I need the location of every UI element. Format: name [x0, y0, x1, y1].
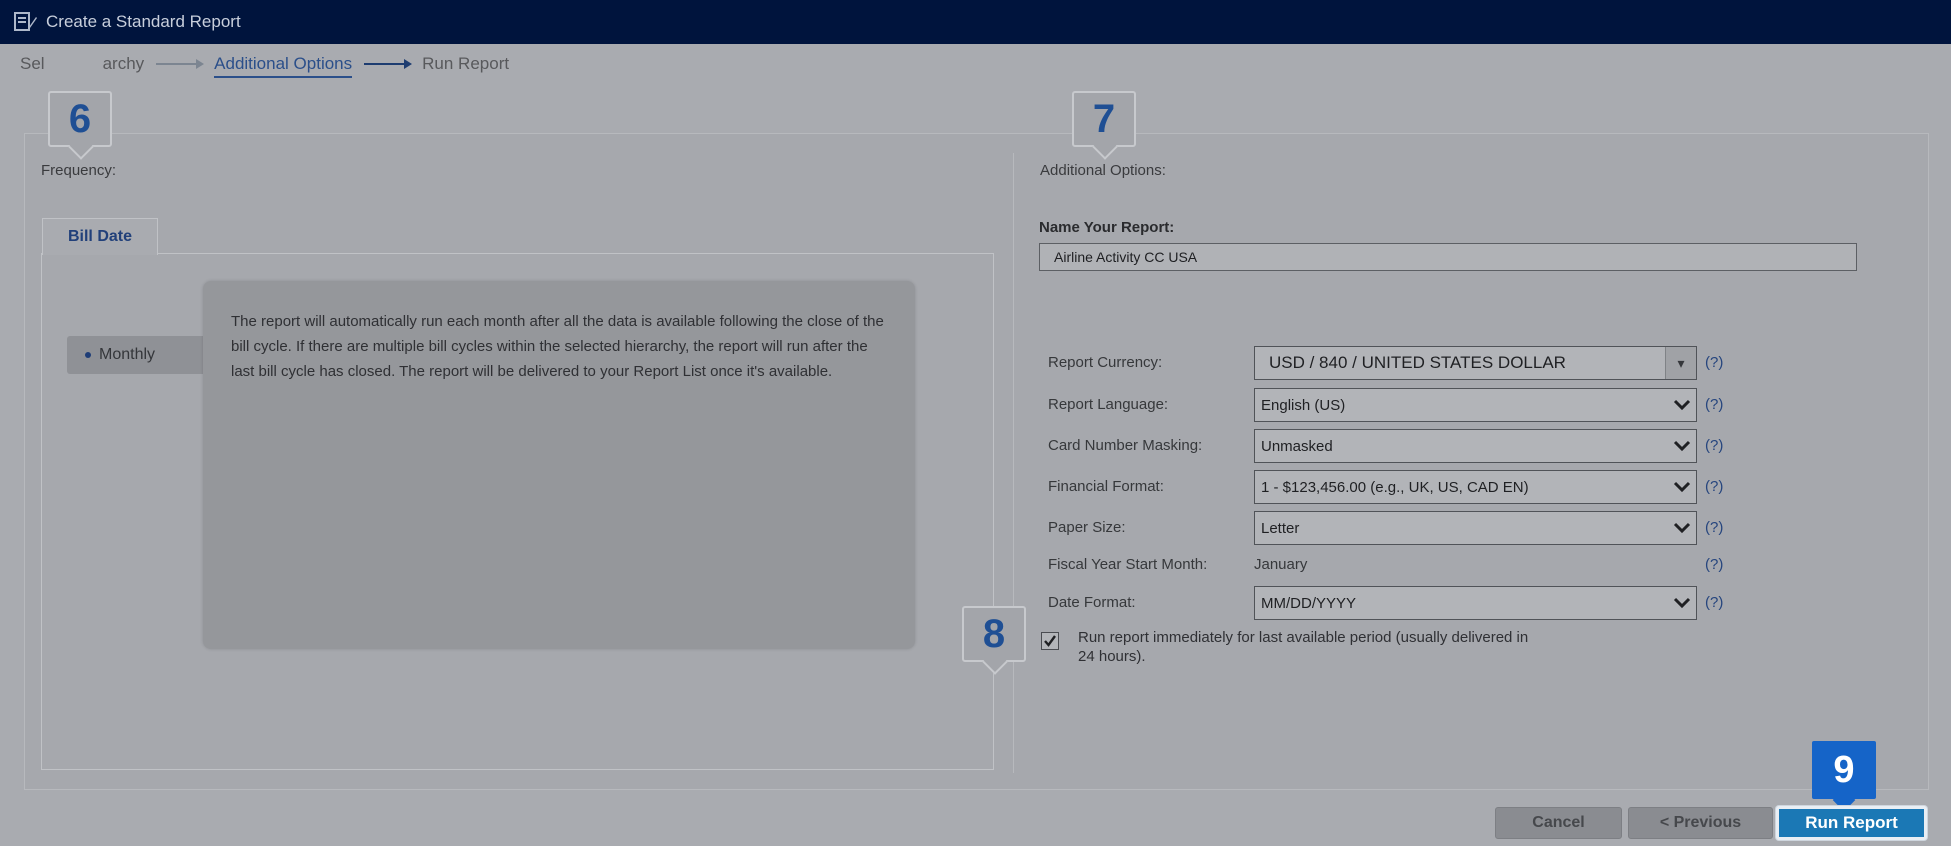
name-your-report-label: Name Your Report: — [1039, 219, 1175, 236]
previous-button[interactable]: < Previous — [1628, 807, 1773, 839]
run-now-checkbox[interactable] — [1041, 632, 1059, 650]
wizard-stepper: Sel archy Additional Options Run Report — [20, 44, 509, 84]
step-additional-options[interactable]: Additional Options — [214, 54, 352, 78]
currency-dropdown-button[interactable]: ▾ — [1665, 347, 1696, 379]
step-arrow-icon — [364, 59, 413, 69]
report-language-value: English (US) — [1261, 396, 1346, 414]
date-format-label: Date Format: — [1048, 594, 1136, 611]
help-icon-currency[interactable]: (?) — [1705, 354, 1723, 371]
radio-selected-icon — [85, 352, 91, 358]
fiscal-year-label: Fiscal Year Start Month: — [1048, 556, 1208, 573]
card-masking-value: Unmasked — [1261, 437, 1333, 455]
help-icon-paper[interactable]: (?) — [1705, 519, 1723, 536]
date-format-value: MM/DD/YYYY — [1261, 594, 1357, 612]
financial-format-select[interactable]: 1 - $123,456.00 (e.g., UK, US, CAD EN) — [1254, 470, 1697, 504]
chevron-down-icon — [1673, 481, 1691, 493]
paper-size-select[interactable]: Letter — [1254, 511, 1697, 545]
report-language-label: Report Language: — [1048, 396, 1169, 413]
run-report-button[interactable]: Run Report — [1776, 806, 1927, 840]
report-currency-value: USD / 840 / UNITED STATES DOLLAR — [1269, 353, 1566, 372]
additional-options-heading: Additional Options: — [1040, 162, 1166, 179]
window-title-bar: Create a Standard Report — [0, 0, 1951, 44]
help-icon-financial[interactable]: (?) — [1705, 478, 1723, 495]
help-icon-fiscal[interactable]: (?) — [1705, 556, 1723, 573]
card-masking-select[interactable]: Unmasked — [1254, 429, 1697, 463]
tab-bill-date[interactable]: Bill Date — [42, 218, 158, 255]
frequency-info-text: The report will automatically run each m… — [231, 313, 884, 380]
monthly-radio[interactable]: Monthly — [67, 336, 207, 374]
callout-badge-6: 6 — [48, 91, 112, 147]
help-icon-language[interactable]: (?) — [1705, 396, 1723, 413]
fiscal-year-value: January — [1254, 556, 1308, 573]
window-title: Create a Standard Report — [46, 12, 241, 31]
paper-size-value: Letter — [1261, 519, 1300, 537]
report-name-input[interactable]: Airline Activity CC USA — [1039, 243, 1857, 271]
financial-format-value: 1 - $123,456.00 (e.g., UK, US, CAD EN) — [1261, 478, 1529, 496]
report-icon — [14, 12, 37, 31]
callout-badge-8: 8 — [962, 606, 1026, 662]
chevron-down-icon — [1673, 522, 1691, 534]
chevron-down-icon — [1673, 597, 1691, 609]
monthly-label: Monthly — [99, 346, 156, 363]
checkmark-icon — [1044, 635, 1056, 647]
cancel-button[interactable]: Cancel — [1495, 807, 1622, 839]
help-icon-masking[interactable]: (?) — [1705, 437, 1723, 454]
chevron-down-icon — [1673, 399, 1691, 411]
callout-badge-9: 9 — [1812, 741, 1876, 799]
paper-size-label: Paper Size: — [1048, 519, 1126, 536]
help-icon-date[interactable]: (?) — [1705, 594, 1723, 611]
run-now-label: Run report immediately for last availabl… — [1078, 629, 1529, 665]
frequency-info-tooltip: The report will automatically run each m… — [203, 281, 915, 649]
frequency-heading: Frequency: — [41, 162, 117, 179]
panel-divider — [1013, 153, 1014, 773]
chevron-down-icon — [1673, 440, 1691, 452]
date-format-select[interactable]: MM/DD/YYYY — [1254, 586, 1697, 620]
report-currency-label: Report Currency: — [1048, 354, 1163, 371]
callout-badge-7: 7 — [1072, 91, 1136, 147]
step-run-report[interactable]: Run Report — [422, 54, 509, 74]
report-language-select[interactable]: English (US) — [1254, 388, 1697, 422]
financial-format-label: Financial Format: — [1048, 478, 1164, 495]
report-currency-select[interactable]: USD / 840 / UNITED STATES DOLLAR ▾ — [1254, 346, 1697, 380]
step-select-hierarchy[interactable]: Sel archy — [20, 54, 144, 74]
card-masking-label: Card Number Masking: — [1048, 437, 1203, 454]
step-arrow-icon — [156, 59, 205, 69]
